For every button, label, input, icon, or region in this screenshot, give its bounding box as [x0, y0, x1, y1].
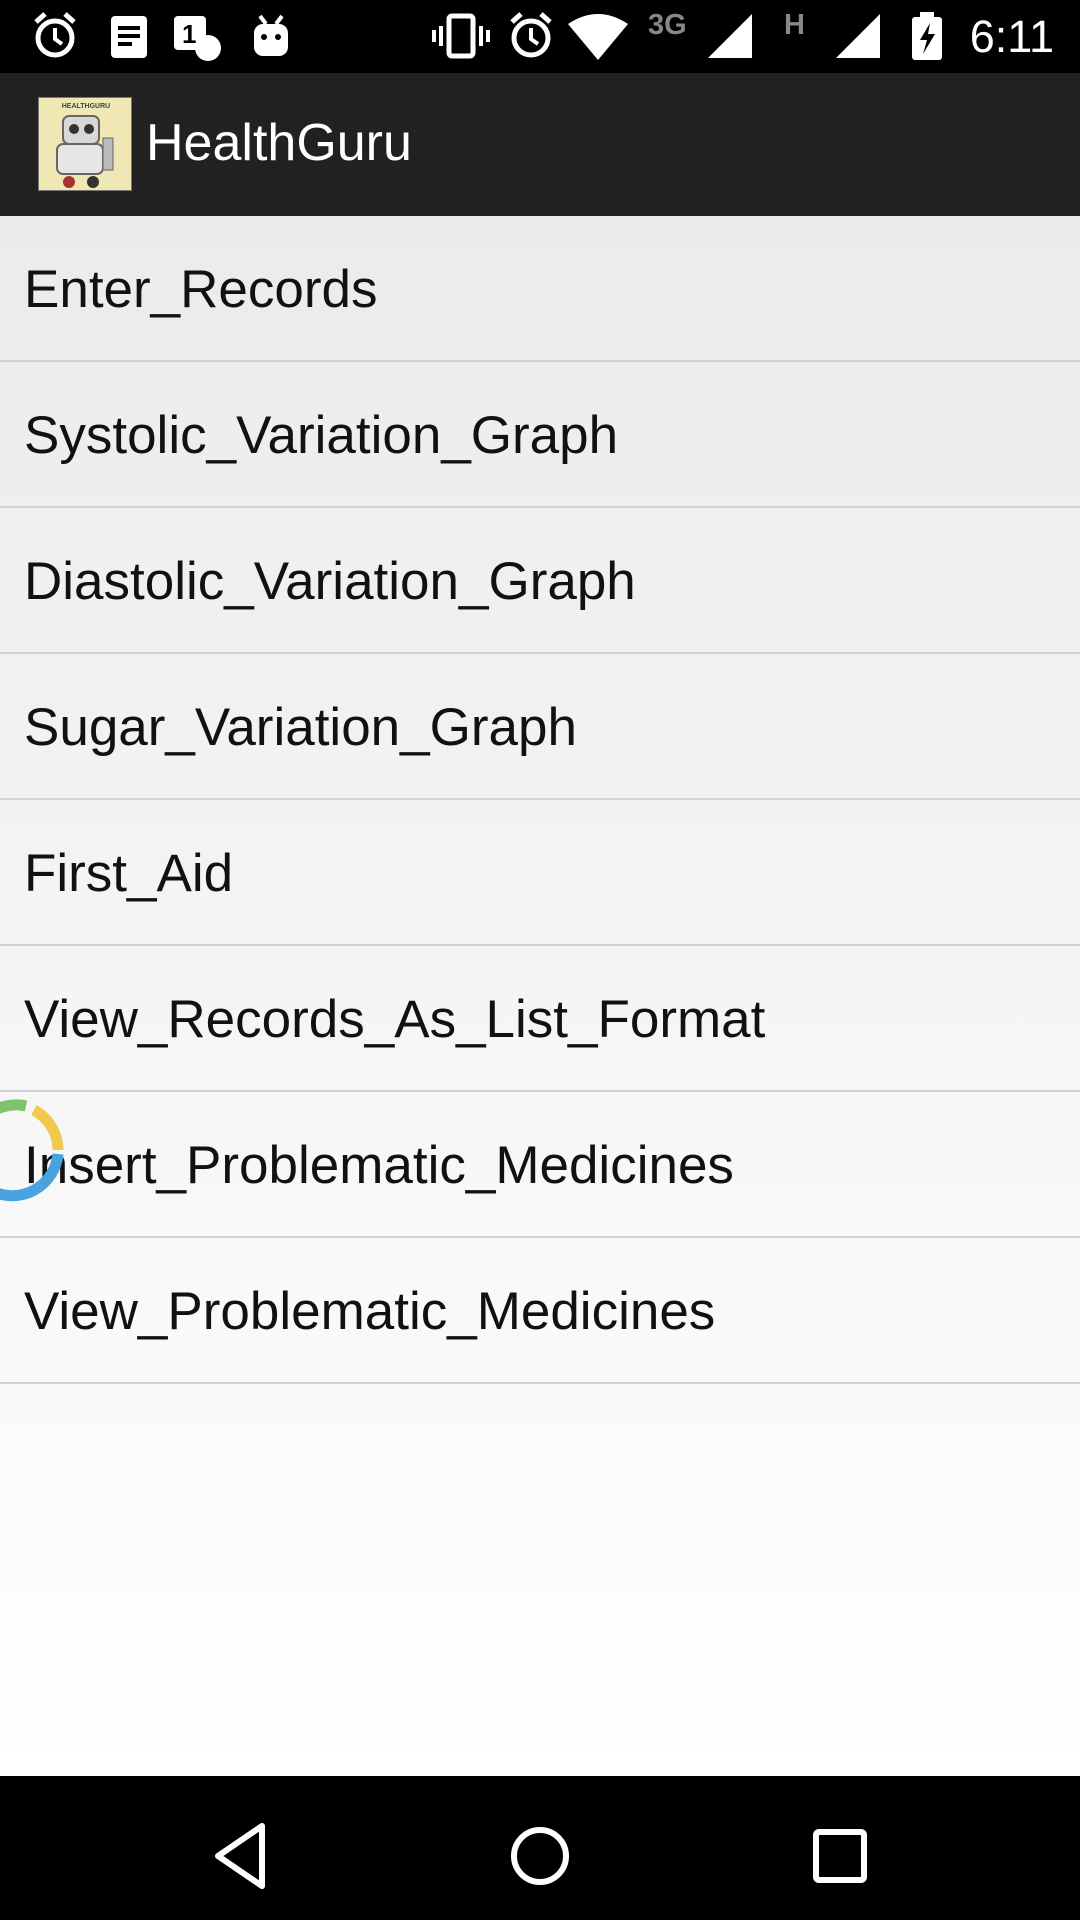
alarm-icon: [510, 12, 552, 58]
menu-item-label: First_Aid: [24, 844, 234, 903]
menu-item-view-problematic-medicines[interactable]: View_Problematic_Medicines: [0, 1238, 1080, 1384]
menu-item-first-aid[interactable]: First_Aid: [0, 800, 1080, 946]
network-type-3g: 3G: [648, 9, 687, 41]
signal-icon: [836, 14, 880, 58]
back-icon[interactable]: [200, 1816, 280, 1896]
menu-item-sugar-variation-graph[interactable]: Sugar_Variation_Graph: [0, 654, 1080, 800]
screen: 1 3G H 6:11 HEALTHGURU HealthGuru Enter_…: [0, 0, 1080, 1920]
network-type-h: H: [784, 9, 805, 41]
clock: 6:11: [969, 11, 1054, 62]
svg-text:1: 1: [182, 19, 196, 49]
loading-spinner-icon: [0, 1099, 64, 1202]
alarm-icon: [34, 12, 76, 58]
app-logo[interactable]: HEALTHGURU: [38, 97, 132, 191]
status-bar: 1 3G H 6:11: [0, 0, 1080, 73]
app-title: HealthGuru: [146, 114, 412, 172]
menu-item-insert-problematic-medicines[interactable]: Insert_Problematic_Medicines: [0, 1092, 1080, 1238]
signal-icon: [708, 14, 752, 58]
menu-item-view-records-as-list-format[interactable]: View_Records_As_List_Format: [0, 946, 1080, 1092]
menu-item-label: View_Problematic_Medicines: [24, 1282, 716, 1341]
action-bar: HEALTHGURU HealthGuru: [0, 73, 1080, 216]
menu-item-label: Insert_Problematic_Medicines: [24, 1136, 734, 1195]
android-icon: [254, 14, 288, 56]
navigation-bar: [0, 1776, 1080, 1920]
notes-icon: [111, 16, 147, 58]
home-icon[interactable]: [500, 1816, 580, 1896]
menu-item-diastolic-variation-graph[interactable]: Diastolic_Variation_Graph: [0, 508, 1080, 654]
recents-icon[interactable]: [800, 1816, 880, 1896]
robot-logo-icon: HEALTHGURU: [39, 98, 131, 190]
menu-item-label: Systolic_Variation_Graph: [24, 406, 619, 465]
battery-charging-icon: [912, 12, 942, 60]
menu-item-label: Enter_Records: [24, 260, 378, 319]
menu-item-label: Diastolic_Variation_Graph: [24, 552, 636, 611]
menu-item-label: Sugar_Variation_Graph: [24, 698, 577, 757]
vibrate-icon: [432, 13, 490, 59]
notification-icon: 1: [174, 16, 221, 61]
wifi-icon: [568, 14, 628, 60]
menu-item-label: View_Records_As_List_Format: [24, 990, 766, 1049]
menu-item-systolic-variation-graph[interactable]: Systolic_Variation_Graph: [0, 362, 1080, 508]
menu-item-enter-records[interactable]: Enter_Records: [0, 216, 1080, 362]
menu-list: Enter_Records Systolic_Variation_Graph D…: [0, 216, 1080, 1776]
svg-text:HEALTHGURU: HEALTHGURU: [62, 103, 110, 110]
